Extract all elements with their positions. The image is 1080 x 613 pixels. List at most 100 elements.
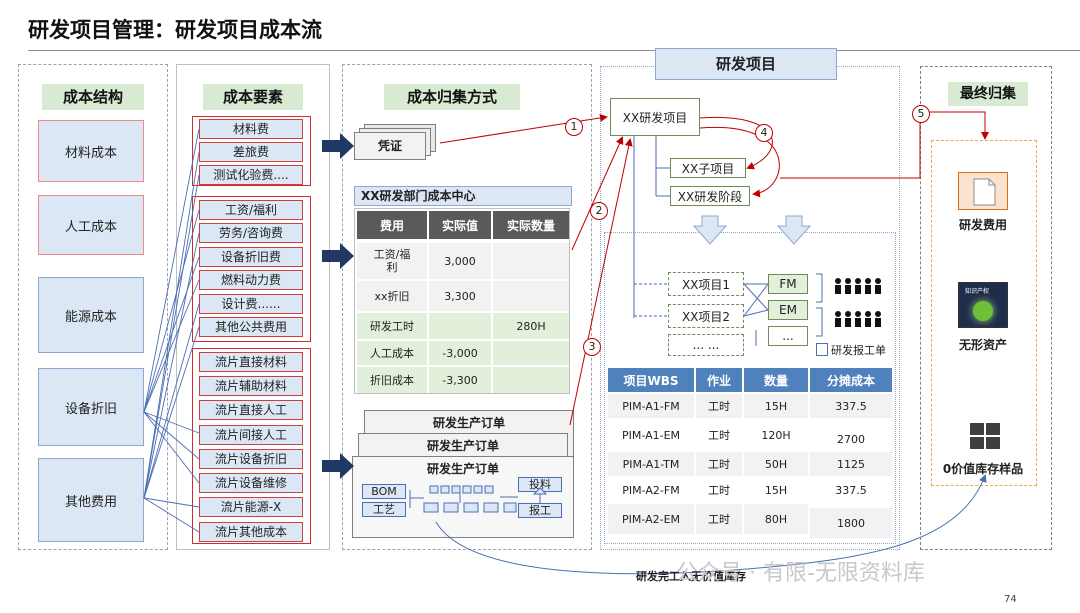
step-1-marker: 1 (565, 118, 583, 136)
table-header-cell: 实际值 (429, 211, 491, 239)
document-icon (958, 172, 1008, 210)
role-fm-node: FM (768, 274, 808, 294)
element-item: 流片间接人工 (199, 425, 303, 445)
title-divider (28, 50, 1080, 51)
cost-structure-heading: 成本结构 (42, 84, 144, 110)
collection-heading: 成本归集方式 (384, 84, 520, 110)
table-cell: 280H (493, 313, 569, 339)
element-item: 差旅费 (199, 142, 303, 162)
structure-item-label: 人工成本 (64, 219, 117, 235)
table-cell: 工资/福利 (357, 243, 427, 279)
table-cell (493, 281, 569, 311)
table-cell: 120H (744, 420, 808, 450)
table-cell: 工时 (696, 394, 742, 418)
rd-stage-node: XX研发阶段 (670, 186, 750, 206)
element-item: 设备折旧费 (199, 247, 303, 267)
table-cell: 3,000 (429, 243, 491, 279)
cost-center-table: 费用 实际值 实际数量 工资/福利 3,000 xx折旧 3,300 研发工时 … (354, 208, 570, 394)
intangible-glow (973, 301, 993, 321)
element-item: 设计费...... (199, 294, 303, 314)
table-cell: xx折旧 (357, 281, 427, 311)
table-cell: 80H (744, 504, 808, 534)
inventory-icon (969, 422, 1001, 450)
table-cell: 人工成本 (357, 341, 427, 365)
element-item: 工资/福利 (199, 200, 303, 220)
structure-item-labor: 人工成本 (38, 195, 144, 255)
table-cell: PIM-A2-FM (608, 478, 694, 502)
rd-project1-node: XX项目1 (668, 272, 744, 296)
table-cell: PIM-A1-TM (608, 452, 694, 476)
table-cell (493, 341, 569, 365)
table-cell: 3,300 (429, 281, 491, 311)
table-cell: PIM-A2-EM (608, 504, 694, 534)
rd-project-heading: 研发项目 (655, 48, 837, 80)
element-item: 流片设备折旧 (199, 449, 303, 469)
step-5-marker: 5 (912, 105, 930, 123)
voucher-label: 凭证 (377, 139, 402, 153)
rd-subproject-node: XX子项目 (670, 158, 746, 178)
table-cell: PIM-A1-EM (608, 420, 694, 450)
role-em-node: EM (768, 300, 808, 320)
element-item: 其他公共费用 (199, 317, 303, 337)
element-item: 流片直接材料 (199, 352, 303, 372)
structure-item-energy: 能源成本 (38, 277, 144, 353)
table-cell: 研发工时 (357, 313, 427, 339)
table-cell (493, 367, 569, 393)
rd-project2-node: XX项目2 (668, 304, 744, 328)
table-cell: 1800 (810, 508, 892, 538)
element-item: 流片设备维修 (199, 473, 303, 493)
table-cell: 15H (744, 478, 808, 502)
table-cell: 2700 (810, 424, 892, 454)
structure-item-label: 能源成本 (64, 309, 117, 325)
table-cell: -3,300 (429, 367, 491, 393)
table-header-cell: 实际数量 (493, 211, 569, 239)
bom-box: BOM (362, 484, 406, 499)
table-cell: -3,000 (429, 341, 491, 365)
element-item: 劳务/咨询费 (199, 223, 303, 243)
structure-item-label: 设备折旧 (64, 401, 117, 417)
element-item: 流片辅助材料 (199, 376, 303, 396)
step-2-marker: 2 (590, 202, 608, 220)
table-cell: 50H (744, 452, 808, 476)
final-item-label: 无形资产 (958, 338, 1007, 352)
element-item: 流片其他成本 (199, 522, 303, 542)
role-more-node: ... (768, 326, 808, 346)
step-3-marker: 3 (583, 338, 601, 356)
table-cell: 工时 (696, 452, 742, 476)
report-label: 研发报工单 (831, 344, 886, 357)
rd-project-more-node: ... ... (668, 334, 744, 356)
intangible-asset-icon: 知识产权 (958, 282, 1008, 328)
final-item-label: 研发费用 (958, 218, 1007, 232)
structure-item-label: 其他费用 (64, 494, 117, 510)
structure-item-label: 材料成本 (64, 145, 117, 161)
element-item: 流片能源-X (199, 497, 303, 517)
watermark: 公众号 · 有限-无限资料库 (676, 561, 925, 586)
table-cell: PIM-A1-FM (608, 394, 694, 418)
feed-box: 投料 (518, 477, 562, 492)
table-cell: 工时 (696, 504, 742, 534)
order-title: 研发生产订单 (432, 416, 505, 430)
table-cell: 折旧成本 (357, 367, 427, 393)
table-cell: 工时 (696, 420, 742, 450)
table-cell: 1125 (810, 452, 892, 476)
cost-elements-heading: 成本要素 (203, 84, 303, 110)
table-cell: 337.5 (810, 394, 892, 418)
order-title: 研发生产订单 (426, 462, 499, 476)
cost-center-title: XX研发部门成本中心 (354, 186, 572, 206)
table-cell: 工时 (696, 478, 742, 502)
intangible-cover-text: 知识产权 (965, 288, 990, 295)
element-item: 材料费 (199, 119, 303, 139)
table-header-cell: 费用 (357, 211, 427, 239)
structure-item-material: 材料成本 (38, 120, 144, 182)
rd-main-node: XX研发项目 (610, 98, 700, 136)
wbs-table: 项目WBS 作业 数量 分摊成本 PIM-A1-FM 工时 15H 337.5 … (608, 368, 892, 540)
page-number: 74 (1004, 594, 1017, 605)
step-4-marker: 4 (755, 124, 773, 142)
process-box: 工艺 (362, 502, 406, 517)
structure-item-other: 其他费用 (38, 458, 144, 542)
page-title: 研发项目管理：研发项目成本流 (28, 18, 322, 42)
table-header-cell: 分摊成本 (810, 368, 892, 392)
report-box: 报工 (518, 503, 562, 518)
final-item-label: 0价值库存样品 (942, 462, 1024, 476)
table-cell: 15H (744, 394, 808, 418)
